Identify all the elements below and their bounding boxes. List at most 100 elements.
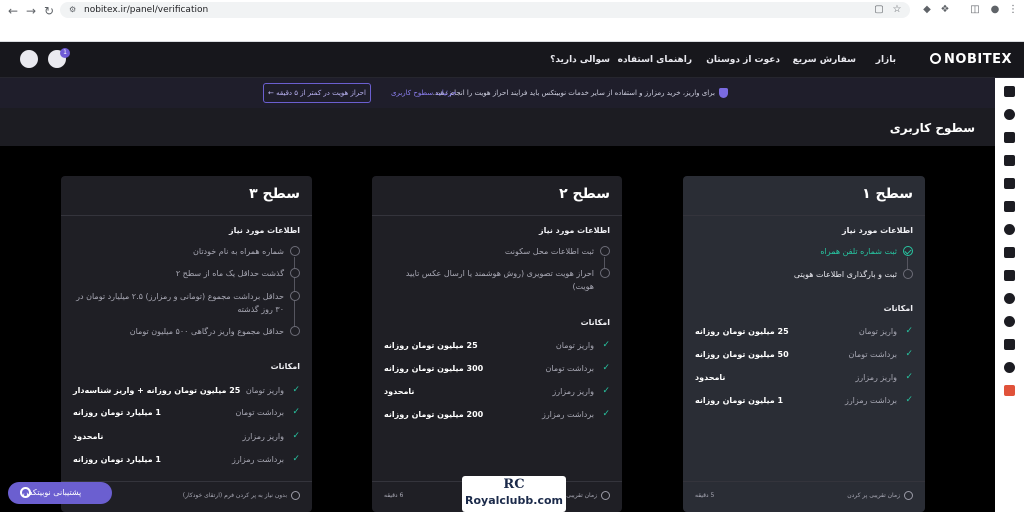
feature-value: 1 میلیون تومان روزانه: [695, 396, 784, 405]
headset-icon: [20, 487, 31, 498]
feature-value: نامحدود: [695, 373, 726, 382]
logout-icon[interactable]: [1004, 385, 1015, 396]
user-levels-details-link[interactable]: جزئیات سطوح کاربری: [391, 89, 456, 97]
check-icon: ✓: [602, 363, 610, 373]
nav-faq[interactable]: سوالی دارید؟: [550, 55, 610, 65]
circle-icon: [600, 268, 610, 278]
sidebar: [995, 78, 1024, 512]
feature-row: ✓ برداشت رمزارز 1 میلیون تومان روزانه: [695, 395, 913, 407]
requirement-item: ثبت و بارگذاری اطلاعات هویتی: [695, 268, 913, 281]
back-icon[interactable]: ←: [6, 4, 20, 18]
user-account-icon[interactable]: [20, 50, 38, 68]
logo-icon: [930, 53, 942, 64]
metamask-extension-icon[interactable]: ◆: [920, 3, 934, 17]
extensions-icon[interactable]: ❖: [938, 3, 952, 17]
feature-label: واریز رمزارز: [552, 387, 594, 396]
logo-text: NOBITEX: [944, 52, 1012, 67]
market-icon[interactable]: [1004, 109, 1015, 120]
requirements-heading: اطلاعات مورد نیاز: [539, 226, 610, 235]
add-user-icon[interactable]: [1004, 362, 1015, 373]
time-label: زمان تقریبی پر کردن: [847, 492, 900, 499]
reports-icon[interactable]: [1004, 201, 1015, 212]
check-icon: ✓: [905, 395, 913, 405]
page-title-bar: سطوح کاربری: [0, 108, 995, 146]
features-heading: امکانات: [883, 304, 913, 313]
feature-value: 300 میلیون تومان روزانه: [384, 364, 484, 373]
feature-row: ✓ واریز تومان 25 میلیون تومان روزانه: [384, 340, 610, 352]
requirements-heading: اطلاعات مورد نیاز: [229, 226, 300, 235]
feature-row: ✓ واریز رمزارز نامحدود: [695, 372, 913, 384]
check-icon: ✓: [602, 340, 610, 350]
watermark-logo: RC Royalclubb.com: [462, 476, 566, 512]
announcement-text: برای واریز، خرید رمزارز و استفاده از سای…: [432, 89, 715, 97]
start-verification-button[interactable]: احراز هویت در کمتر از ۵ دقیقه ←: [263, 83, 371, 103]
feature-row: ✓ واریز رمزارز نامحدود: [73, 431, 300, 443]
site-info-icon[interactable]: ⚙: [69, 2, 76, 18]
nav-market[interactable]: بازار: [876, 55, 896, 65]
watermark-rc: RC: [503, 477, 525, 492]
level-card-3: سطح ۳ اطلاعات مورد نیاز شماره همراه به ن…: [61, 176, 312, 512]
nav-guide[interactable]: راهنمای استفاده: [618, 55, 692, 65]
nav-invite-friends[interactable]: دعوت از دوستان: [706, 55, 780, 65]
feature-value: 1 میلیارد تومان روزانه: [73, 408, 161, 417]
requirement-item: حداقل مجموع واریز درگاهی ۵۰۰ میلیون توما…: [73, 325, 300, 338]
feature-row: ✓ واریز تومان 25 میلیون تومان روزانه + وار…: [73, 385, 300, 397]
level-title: سطح ۲: [559, 186, 610, 202]
circle-icon: [290, 291, 300, 301]
verification-shield-icon[interactable]: [1004, 293, 1015, 304]
level-card-1: سطح ۱ اطلاعات مورد نیاز ثبت شماره تلفن ه…: [683, 176, 925, 512]
bookmark-star-icon[interactable]: ☆: [890, 3, 904, 17]
feature-label: واریز رمزارز: [242, 432, 284, 441]
requirement-item: حداقل برداشت مجموع (تومانی و رمزارز) ۲.۵…: [73, 290, 300, 316]
nav-quick-order[interactable]: سفارش سریع: [793, 55, 856, 65]
feature-row: ✓ برداشت تومان 1 میلیارد تومان روزانه: [73, 407, 300, 419]
requirement-text: ثبت و بارگذاری اطلاعات هویتی: [793, 270, 897, 279]
requirement-item: ثبت شماره تلفن همراه: [695, 245, 913, 258]
feature-value: نامحدود: [384, 387, 415, 396]
dashboard-icon[interactable]: [1004, 86, 1015, 97]
features-heading: امکانات: [580, 318, 610, 327]
time-label: زمان تقریبی: [566, 492, 597, 499]
check-icon: ✓: [292, 431, 300, 441]
arrow-left-icon: ←: [268, 89, 274, 97]
profile-icon[interactable]: [1004, 247, 1015, 258]
reload-icon[interactable]: ↻: [42, 4, 56, 18]
circle-icon: [290, 268, 300, 278]
features-heading: امکانات: [270, 362, 300, 371]
sidepanel-icon[interactable]: ◫: [968, 3, 982, 17]
address-bar[interactable]: ⚙ nobitex.ir/panel/verification: [60, 2, 910, 18]
check-icon: ✓: [292, 407, 300, 417]
calendar-icon[interactable]: [1004, 270, 1015, 281]
watermark-name: Royalclubb.com: [465, 494, 563, 507]
requirements-heading: اطلاعات مورد نیاز: [842, 226, 913, 235]
feature-row: ✓ واریز رمزارز نامحدود: [384, 386, 610, 398]
time-value: 6 دقیقه: [384, 492, 404, 499]
divider: [372, 215, 622, 216]
cast-icon[interactable]: ▢: [872, 3, 886, 17]
feature-label: برداشت تومان: [545, 364, 594, 373]
feature-value: 25 میلیون تومان روزانه + واریز شناسه‌دار: [73, 386, 241, 395]
chart-icon[interactable]: [1004, 178, 1015, 189]
app-header: NOBITEX بازار سفارش سریع دعوت از دوستان …: [0, 42, 1024, 78]
feature-value: 200 میلیون تومان روزانه: [384, 410, 484, 419]
nobitex-logo[interactable]: NOBITEX: [930, 52, 1012, 67]
requirement-item: احراز هویت تصویری (روش هوشمند یا ارسال ع…: [384, 267, 610, 293]
feature-row: ✓ برداشت تومان 300 میلیون تومان روزانه: [384, 363, 610, 375]
check-icon: ✓: [602, 386, 610, 396]
feature-label: واریز تومان: [858, 327, 897, 336]
feature-label: واریز تومان: [555, 341, 594, 350]
menu-kebab-icon[interactable]: ⋮: [1006, 3, 1020, 17]
forward-icon[interactable]: →: [24, 4, 38, 18]
percent-icon[interactable]: [1004, 224, 1015, 235]
circle-icon: [903, 269, 913, 279]
divider: [683, 481, 925, 482]
page-title: سطوح کاربری: [889, 121, 975, 135]
profile-avatar-icon[interactable]: ●: [988, 3, 1002, 17]
support-chat-button[interactable]: پشتیبانی نوبیتکس: [8, 482, 112, 504]
orders-icon[interactable]: [1004, 132, 1015, 143]
requirement-item: شماره همراه به نام خودتان: [73, 245, 300, 258]
security-icon[interactable]: [1004, 316, 1015, 327]
divider: [683, 215, 925, 216]
messages-icon[interactable]: [1004, 339, 1015, 350]
wallet-icon[interactable]: [1004, 155, 1015, 166]
